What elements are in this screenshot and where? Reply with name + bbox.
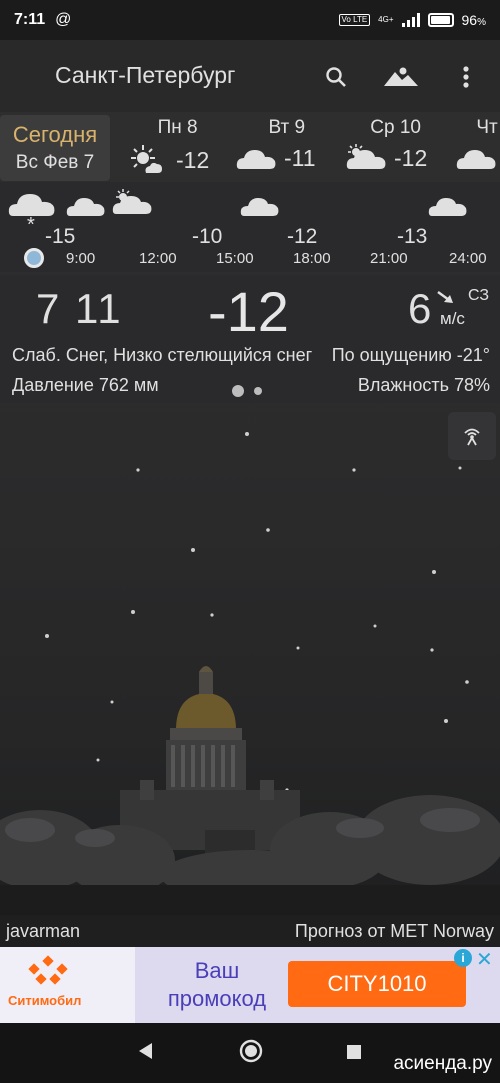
volte-icon: Vo LTE xyxy=(338,14,371,26)
condition-text: Слаб. Снег, Низко стелющийся снег xyxy=(12,345,313,365)
day-item[interactable]: Пн 8 -12 xyxy=(128,117,209,177)
city-title[interactable]: Санкт-Петербург xyxy=(55,62,235,89)
humidity: Влажность 78% xyxy=(357,375,490,395)
app-bar: Санкт-Петербург xyxy=(0,40,500,112)
day-temp: -11 xyxy=(284,144,316,171)
cloud-icon xyxy=(236,150,276,169)
day-temp: -12 xyxy=(176,146,210,173)
at-icon: @ xyxy=(55,11,72,28)
day-temp: -12 xyxy=(394,144,428,171)
ad-info-icon[interactable]: i xyxy=(454,949,472,967)
ad-brand: Ситимобил xyxy=(8,993,82,1008)
hourly-time: 18:00 xyxy=(293,250,331,267)
cloud-icon xyxy=(428,198,467,216)
day-item[interactable]: Вт 9 -11 xyxy=(236,117,316,173)
day-name: Ср 10 xyxy=(370,117,421,138)
ad-banner[interactable]: Ситимобил Ваш промокод CITY1010 i ✕ xyxy=(0,947,500,1023)
forecast-provider[interactable]: Прогноз от MET Norway xyxy=(295,921,494,942)
photo-author[interactable]: javarman xyxy=(6,921,80,942)
day-name: Вт 9 xyxy=(268,117,306,138)
landscape-icon[interactable] xyxy=(382,62,420,92)
feels-like: По ощущению -21° xyxy=(331,345,490,365)
ad-close-icon[interactable]: ✕ xyxy=(476,947,493,972)
day-item[interactable]: Ср 10 -12 xyxy=(346,117,427,173)
watermark: асиенда.ру xyxy=(393,1053,492,1074)
current-time-marker xyxy=(24,248,44,268)
snow-icon: * xyxy=(27,214,35,236)
more-vert-icon[interactable] xyxy=(451,62,481,92)
ad-promo-code[interactable]: CITY1010 xyxy=(288,961,466,1007)
hourly-temp: -10 xyxy=(192,225,223,248)
search-icon[interactable] xyxy=(321,62,351,92)
photo-credit-bar: javarman Прогноз от MET Norway xyxy=(0,915,500,947)
cloud-icon xyxy=(66,198,105,216)
daily-forecast: Сегодня Вс Фев 7 Пн 8 -12 Вт 9 -11 Ср 10… xyxy=(0,112,500,182)
hourly-temp: -15 xyxy=(45,225,76,248)
partly-sunny-icon xyxy=(131,145,162,173)
current-temp: -12 xyxy=(208,280,289,343)
partly-cloudy-icon xyxy=(112,189,152,214)
network-type: 4G+ xyxy=(378,15,394,24)
home-icon[interactable] xyxy=(239,1039,263,1063)
day-name: Пн 8 xyxy=(157,117,198,138)
hourly-temp: -12 xyxy=(287,225,318,248)
citymobil-logo-icon xyxy=(28,955,68,985)
hourly-time: 15:00 xyxy=(216,250,254,267)
wind-unit: м/с xyxy=(440,309,465,328)
radar-icon xyxy=(464,428,480,446)
page-dot-active xyxy=(232,385,244,397)
today-date: Вс Фев 7 xyxy=(15,152,95,173)
hourly-time: 9:00 xyxy=(66,250,96,267)
recents-icon[interactable] xyxy=(346,1044,362,1060)
signal-icon xyxy=(401,13,420,27)
ad-logo: Ситимобил xyxy=(0,947,135,1023)
back-icon[interactable] xyxy=(136,1041,154,1061)
today-label: Сегодня xyxy=(12,122,98,147)
cloud-icon xyxy=(240,198,279,216)
page-dot xyxy=(254,387,262,395)
hourly-temp: -13 xyxy=(397,225,428,248)
battery-percent: 96 xyxy=(461,12,478,28)
status-time: 7:11 xyxy=(14,11,46,28)
hourly-forecast[interactable]: * -15 -10 -12 -13 9:00 12:00 15:00 18:00… xyxy=(0,182,500,272)
status-bar: 7:11 @ Vo LTE 4G+ 96% xyxy=(0,0,500,40)
wind-direction: СЗ xyxy=(468,287,490,304)
clock: 7 11 xyxy=(36,285,123,332)
partly-cloudy-icon xyxy=(346,144,386,169)
cloud-icon xyxy=(456,150,496,169)
ad-promo-text: Ваш промокод xyxy=(167,958,267,1011)
day-item[interactable]: Чт xyxy=(456,117,498,173)
wind-direction-icon xyxy=(437,291,453,303)
hourly-time: 24:00 xyxy=(449,250,487,267)
page-indicator xyxy=(232,385,262,397)
day-today[interactable]: Сегодня Вс Фев 7 xyxy=(0,115,110,181)
battery-percent-sign: % xyxy=(477,17,486,28)
day-name: Чт xyxy=(476,117,498,138)
radar-button[interactable] xyxy=(448,412,496,460)
wind-speed: 6 xyxy=(408,285,432,332)
current-conditions[interactable]: 7 11 -12 6 СЗ м/с Слаб. Снег, Низко стел… xyxy=(0,275,500,403)
hourly-time: 21:00 xyxy=(370,250,408,267)
hourly-time: 12:00 xyxy=(139,250,177,267)
battery-icon xyxy=(427,13,454,27)
pressure: Давление 762 мм xyxy=(12,375,159,395)
